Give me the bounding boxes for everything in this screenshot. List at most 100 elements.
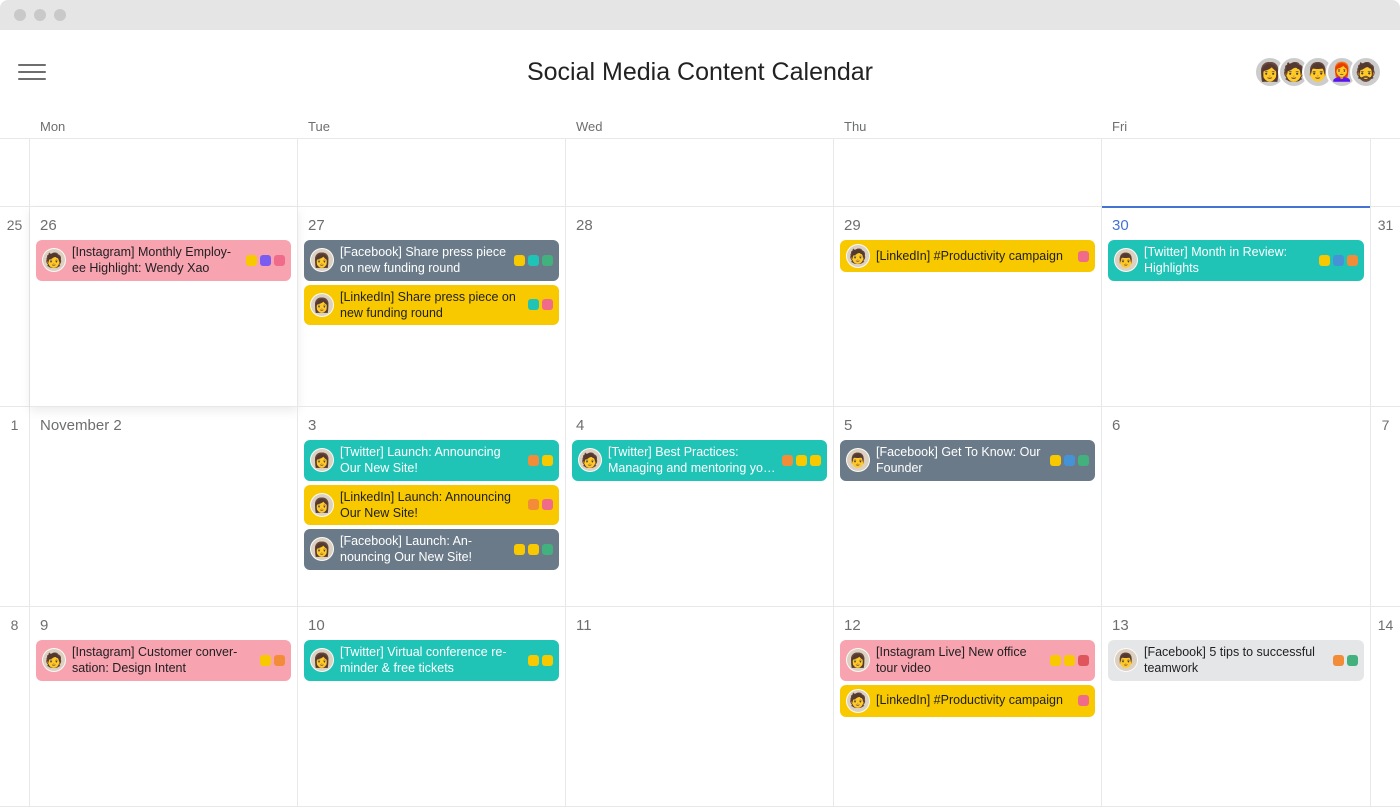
window-dot-max[interactable] xyxy=(54,9,66,21)
edge-day-right: 7 xyxy=(1370,407,1400,607)
window-dot-min[interactable] xyxy=(34,9,46,21)
task-title: [LinkedIn] Share press piece on new fund… xyxy=(340,289,522,322)
day-cell[interactable]: 28 xyxy=(566,207,834,407)
day-cell[interactable] xyxy=(30,139,298,207)
assignee-avatar: 🧑 xyxy=(578,448,602,472)
edge-day-right xyxy=(1370,139,1400,207)
tag-icon xyxy=(528,499,539,510)
tag-icon xyxy=(796,455,807,466)
edge-day-left: 1 xyxy=(0,407,30,607)
weekday-fri: Fri xyxy=(1102,119,1370,134)
edge-day-left xyxy=(0,139,30,207)
tag-icon xyxy=(1078,655,1089,666)
day-cell[interactable]: November 2 xyxy=(30,407,298,607)
task-tags xyxy=(528,299,553,310)
day-cell[interactable]: 10👩[Twitter] Virtual conference re-minde… xyxy=(298,607,566,807)
task-card[interactable]: 👨[Twitter] Month in Review: Highlights xyxy=(1108,240,1364,281)
task-card[interactable]: 👩[Twitter] Virtual conference re-minder … xyxy=(304,640,559,681)
day-number: 28 xyxy=(572,213,827,240)
tag-icon xyxy=(260,255,271,266)
assignee-avatar: 👩 xyxy=(310,448,334,472)
task-card[interactable]: 👩[LinkedIn] Launch: Announcing Our New S… xyxy=(304,485,559,526)
day-number: 10 xyxy=(304,613,559,640)
tag-icon xyxy=(542,455,553,466)
day-cell[interactable]: 5👨[Facebook] Get To Know: Our Founder xyxy=(834,407,1102,607)
assignee-avatar: 🧑 xyxy=(846,244,870,268)
tag-icon xyxy=(246,255,257,266)
assignee-avatar: 👩 xyxy=(310,493,334,517)
day-cell[interactable]: 30👨[Twitter] Month in Review: Highlights xyxy=(1102,207,1370,407)
task-card[interactable]: 👩[Facebook] Share press piece on new fun… xyxy=(304,240,559,281)
day-cell[interactable] xyxy=(298,139,566,207)
task-card[interactable]: 🧑[LinkedIn] #Productivity campaign xyxy=(840,685,1095,717)
task-tags xyxy=(514,544,553,555)
task-card[interactable]: 🧑 [LinkedIn] #Productivity campaign xyxy=(840,240,1095,272)
task-tags xyxy=(528,499,553,510)
assignee-avatar: 👩 xyxy=(310,293,334,317)
week-row xyxy=(0,139,1400,207)
tag-icon xyxy=(528,455,539,466)
day-cell[interactable]: 3👩[Twitter] Launch: Announcing Our New S… xyxy=(298,407,566,607)
weekday-tue: Tue xyxy=(298,119,566,134)
day-cell[interactable] xyxy=(566,139,834,207)
task-card[interactable]: 👩[Facebook] Launch: An-nouncing Our New … xyxy=(304,529,559,570)
task-card[interactable]: 👩[LinkedIn] Share press piece on new fun… xyxy=(304,285,559,326)
day-number: 3 xyxy=(304,413,559,440)
tag-icon xyxy=(1333,255,1344,266)
tag-icon xyxy=(542,299,553,310)
task-tags xyxy=(1078,695,1089,706)
day-cell[interactable]: 9🧑[Instagram] Customer conver-sation: De… xyxy=(30,607,298,807)
task-tags xyxy=(1333,655,1358,666)
assignee-avatar: 👩 xyxy=(846,648,870,672)
task-tags xyxy=(782,455,821,466)
day-number: 30 xyxy=(1108,213,1364,240)
day-cell[interactable]: 13👨[Facebook] 5 tips to successful teamw… xyxy=(1102,607,1370,807)
tag-icon xyxy=(514,544,525,555)
day-number: 26 xyxy=(36,213,291,240)
task-card[interactable]: 👨[Facebook] 5 tips to successful teamwor… xyxy=(1108,640,1364,681)
day-number: 27 xyxy=(304,213,559,240)
day-cell[interactable]: 26🧑[Instagram] Monthly Employ-ee Highlig… xyxy=(30,207,298,407)
task-title: [LinkedIn] #Productivity campaign xyxy=(876,248,1072,264)
task-card[interactable]: 👨[Facebook] Get To Know: Our Founder xyxy=(840,440,1095,481)
task-tags xyxy=(246,255,285,266)
tag-icon xyxy=(274,655,285,666)
task-title: [Facebook] Share press piece on new fund… xyxy=(340,244,508,277)
day-cell[interactable]: 4🧑[Twitter] Best Practices: Managing and… xyxy=(566,407,834,607)
task-card[interactable]: 👩[Twitter] Launch: Announcing Our New Si… xyxy=(304,440,559,481)
day-cell[interactable]: 27👩[Facebook] Share press piece on new f… xyxy=(298,207,566,407)
day-cell[interactable]: 11 xyxy=(566,607,834,807)
task-card[interactable]: 🧑[Instagram] Customer conver-sation: Des… xyxy=(36,640,291,681)
task-title: [Facebook] Launch: An-nouncing Our New S… xyxy=(340,533,508,566)
tag-icon xyxy=(542,655,553,666)
tag-icon xyxy=(528,255,539,266)
task-card[interactable]: 🧑[Twitter] Best Practices: Managing and … xyxy=(572,440,827,481)
task-tags xyxy=(1319,255,1358,266)
header: Social Media Content Calendar 👩🧑👨👩‍🦰🧔 xyxy=(0,30,1400,114)
task-card[interactable]: 👩[Instagram Live] New office tour video xyxy=(840,640,1095,681)
day-cell[interactable]: 6 xyxy=(1102,407,1370,607)
day-cell[interactable]: 29🧑[LinkedIn] #Productivity campaign xyxy=(834,207,1102,407)
member-avatars[interactable]: 👩🧑👨👩‍🦰🧔 xyxy=(1262,56,1382,88)
tag-icon xyxy=(1333,655,1344,666)
week-row: 1November 23👩[Twitter] Launch: Announcin… xyxy=(0,407,1400,607)
window-dot-close[interactable] xyxy=(14,9,26,21)
day-cell[interactable] xyxy=(834,139,1102,207)
weekday-thu: Thu xyxy=(834,119,1102,134)
day-number: 13 xyxy=(1108,613,1364,640)
weekday-wed: Wed xyxy=(566,119,834,134)
task-card[interactable]: 🧑[Instagram] Monthly Employ-ee Highlight… xyxy=(36,240,291,281)
tag-icon xyxy=(528,655,539,666)
tag-icon xyxy=(1078,455,1089,466)
assignee-avatar: 🧑 xyxy=(42,248,66,272)
task-tags xyxy=(1078,251,1089,262)
task-title: [LinkedIn] #Productivity campaign xyxy=(876,692,1072,708)
day-cell[interactable] xyxy=(1102,139,1370,207)
edge-day-left: 8 xyxy=(0,607,30,807)
page-title: Social Media Content Calendar xyxy=(527,58,873,87)
menu-icon[interactable] xyxy=(18,58,46,86)
task-title: [Twitter] Launch: Announcing Our New Sit… xyxy=(340,444,522,477)
avatar[interactable]: 🧔 xyxy=(1350,56,1382,88)
tag-icon xyxy=(1064,455,1075,466)
day-cell[interactable]: 12👩[Instagram Live] New office tour vide… xyxy=(834,607,1102,807)
